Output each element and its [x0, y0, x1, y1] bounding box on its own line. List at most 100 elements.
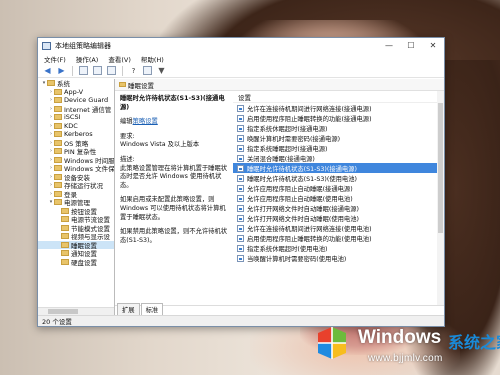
folder-icon [54, 190, 62, 197]
export-list-icon[interactable] [106, 65, 117, 76]
policy-setting-icon [237, 154, 244, 162]
close-button[interactable]: ✕ [422, 38, 444, 53]
app-icon [42, 41, 51, 50]
setting-row[interactable]: 允许打开网络文件时自动睡眠(接通电源) [233, 203, 444, 213]
requirements-label: 要求: [120, 132, 135, 140]
menu-action[interactable]: 操作(A) [76, 54, 99, 64]
back-arrow-icon[interactable]: ◀ [42, 65, 53, 76]
folder-icon [54, 131, 62, 138]
status-count: 20 个设置 [42, 318, 72, 326]
policy-setting-icon [237, 234, 244, 242]
folder-icon [54, 148, 62, 155]
policy-setting-icon [237, 204, 244, 212]
folder-icon [54, 88, 62, 95]
policy-setting-icon [237, 114, 244, 122]
folder-icon [61, 216, 69, 223]
policy-setting-icon [237, 224, 244, 232]
minimize-button[interactable]: — [378, 38, 400, 53]
folder-icon [61, 233, 69, 240]
view-tabs: 扩展 标准 [115, 303, 444, 315]
edit-prefix: 编辑 [120, 118, 133, 126]
policy-setting-icon [237, 184, 244, 192]
setting-label: 指定系统休眠超时(接通电源) [247, 125, 328, 133]
folder-icon [61, 224, 69, 231]
tree-item[interactable]: ▾ 系统 [38, 79, 114, 88]
folder-icon [61, 250, 69, 257]
policy-setting-icon [237, 244, 244, 252]
tab-extended[interactable]: 扩展 [117, 303, 140, 315]
menu-help[interactable]: 帮助(H) [141, 54, 164, 64]
tree-item[interactable]: › Internet 通信管 [38, 105, 114, 114]
folder-icon [61, 241, 69, 248]
tree-item-label: 硬盘设置 [71, 258, 97, 267]
setting-row[interactable]: 当唤醒计算机时需要密码(使用电池) [233, 253, 444, 263]
setting-row[interactable]: 允许在连接待机期间进行网络连接(接通电源) [233, 103, 444, 113]
setting-row[interactable]: 指定系统休眠超时(接通电源) [233, 123, 444, 133]
setting-label: 唤醒计算机时需要密码(接通电源) [247, 135, 341, 143]
policy-setting-icon [237, 174, 244, 182]
tree-item[interactable]: › App-V [38, 88, 114, 97]
setting-label: 允许打开网络文件时自动睡眠(接通电源) [247, 205, 359, 213]
description-label: 描述: [120, 155, 135, 163]
description-text: 此策略设置管理在将计算机置于睡眠状态时是否允许 Windows 使用待机状态。 [120, 164, 228, 189]
description-pane: 睡眠时允许待机状态(S1-S3)(接通电源) 编辑策略设置 要求: Windows… [115, 91, 233, 305]
policy-setting-icon [237, 124, 244, 132]
setting-row[interactable]: 指定系统睡眠超时(接通电源) [233, 143, 444, 153]
setting-label: 允许应用程序阻止自动睡眠(使用电池) [247, 195, 353, 203]
setting-label: 当唤醒计算机时需要密码(使用电池) [247, 255, 347, 263]
tree-item-label: Internet 通信管 [64, 105, 112, 114]
setting-row[interactable]: 睡眠时允许待机状态(S1-S3)(使用电池) [233, 173, 444, 183]
requirements-value: Windows Vista 及以上版本 [120, 141, 200, 149]
title-bar: 本地组策略编辑器 — ☐ ✕ [38, 38, 444, 53]
tree-item[interactable]: 硬盘设置 [38, 258, 114, 267]
watermark-cn: 系统之家 [448, 333, 500, 352]
watermark-brand: Windows [358, 327, 442, 348]
setting-row[interactable]: 允许应用程序阻止自动睡眠(接通电源) [233, 183, 444, 193]
window-title: 本地组策略编辑器 [55, 41, 111, 50]
forward-arrow-icon[interactable]: ▶ [56, 65, 67, 76]
edit-policy-link[interactable]: 策略设置 [133, 118, 158, 125]
setting-label: 睡眠时允许待机状态(S1-S3)(使用电池) [247, 175, 357, 183]
setting-row[interactable]: 睡眠时允许待机状态(S1-S3)(接通电源) [233, 163, 444, 173]
policy-setting-icon [237, 164, 244, 172]
settings-column-header[interactable]: 设置 [233, 91, 444, 103]
policy-setting-icon [237, 254, 244, 262]
menu-view[interactable]: 查看(V) [108, 54, 131, 64]
maximize-button[interactable]: ☐ [400, 38, 422, 53]
menu-file[interactable]: 文件(F) [44, 54, 66, 64]
setting-row[interactable]: 启用使用程序阻止睡眠转换的功能(接通电源) [233, 113, 444, 123]
policy-setting-icon [237, 214, 244, 222]
menu-bar: 文件(F) 操作(A) 查看(V) 帮助(H) [38, 53, 444, 64]
tree-item[interactable]: › iSCSI [38, 113, 114, 122]
list-scrollbar[interactable] [437, 91, 444, 305]
tree-item[interactable]: › KDC [38, 122, 114, 131]
setting-row[interactable]: 启用使用程序阻止睡眠转换的功能(使用电池) [233, 233, 444, 243]
setting-row[interactable]: 关闭混合睡眠(接通电源) [233, 153, 444, 163]
up-folder-icon[interactable] [78, 65, 89, 76]
help-icon[interactable]: ? [128, 65, 139, 76]
folder-icon [54, 165, 62, 172]
policy-tree: ▾ 系统 › App-V › Device Guard › Internet 通信管 › iSCS… [38, 79, 115, 315]
group-policy-editor-window: 本地组策略编辑器 — ☐ ✕ 文件(F) 操作(A) 查看(V) 帮助(H) ◀… [37, 37, 445, 327]
show-tree-icon[interactable] [92, 65, 103, 76]
windows-logo-icon [318, 327, 346, 359]
disable-text: 如果禁用此策略设置，则不允许待机状态(S1-S3)。 [120, 228, 228, 244]
setting-label: 允许在连接待机期间进行网络连接(使用电池) [247, 225, 372, 233]
folder-icon [54, 97, 62, 104]
folder-icon [54, 173, 62, 180]
setting-row[interactable]: 允许应用程序阻止自动睡眠(使用电池) [233, 193, 444, 203]
folder-icon [54, 139, 62, 146]
tab-standard[interactable]: 标准 [140, 303, 164, 315]
setting-row[interactable]: 唤醒计算机时需要密码(接通电源) [233, 133, 444, 143]
setting-row[interactable]: 允许打开网络文件时自动睡眠(使用电池) [233, 213, 444, 223]
setting-row[interactable]: 指定系统休眠超时(使用电池) [233, 243, 444, 253]
folder-icon [54, 182, 62, 189]
filter-icon[interactable]: ▼ [156, 65, 167, 76]
properties-icon[interactable] [142, 65, 153, 76]
setting-row[interactable]: 允许在连接待机期间进行网络连接(使用电池) [233, 223, 444, 233]
tree-horizontal-scrollbar[interactable] [38, 307, 114, 315]
setting-label: 启用使用程序阻止睡眠转换的功能(接通电源) [247, 115, 372, 123]
setting-label: 允许应用程序阻止自动睡眠(接通电源) [247, 185, 353, 193]
folder-icon [119, 82, 126, 87]
tree-item-label: iSCSI [64, 113, 81, 122]
